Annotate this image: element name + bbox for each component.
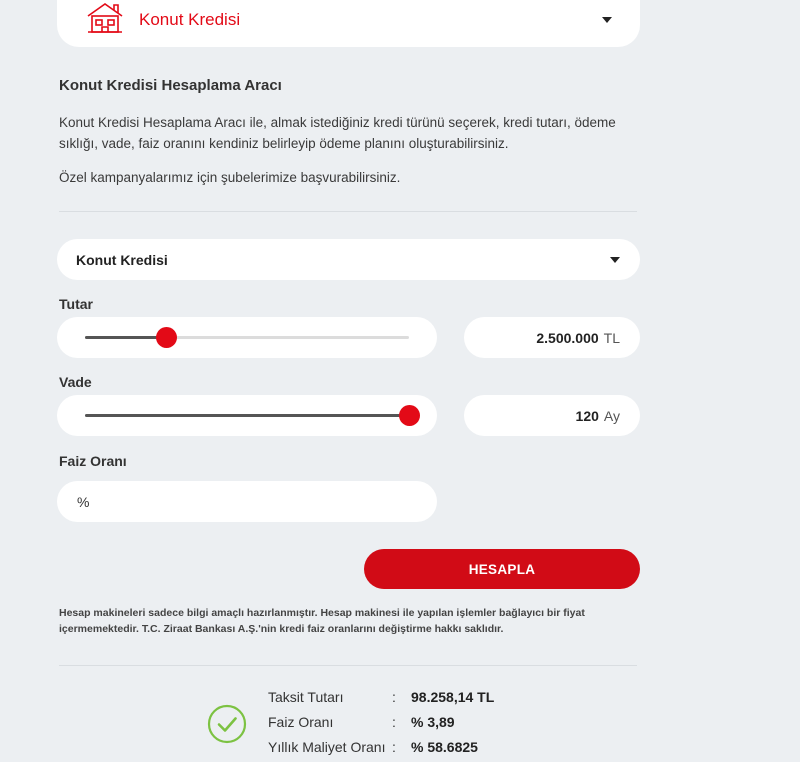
result-value: % 3,89 (411, 714, 455, 730)
result-colon: : (392, 739, 396, 755)
term-slider-track[interactable] (85, 405, 420, 426)
amount-unit: TL (603, 329, 620, 346)
house-icon (87, 3, 123, 33)
result-value: 98.258,14 TL (411, 689, 495, 705)
amount-slider-fill (85, 336, 166, 339)
term-slider[interactable] (57, 395, 437, 436)
term-label: Vade (59, 374, 92, 390)
amount-slider-track[interactable] (85, 327, 409, 348)
amount-value: 2.500.000 (536, 329, 599, 346)
result-label: Yıllık Maliyet Oranı (268, 739, 386, 755)
campaign-note: Özel kampanyalarımız için şubelerimize b… (59, 170, 401, 185)
result-label: Faiz Oranı (268, 714, 334, 730)
term-unit: Ay (603, 407, 620, 424)
result-value: % 58.6825 (411, 739, 478, 755)
result-colon: : (392, 714, 396, 730)
result-row-annual-cost: Yıllık Maliyet Oranı : % 58.6825 (268, 739, 478, 755)
credit-type-label: Konut Kredisi (139, 10, 241, 29)
term-field[interactable]: 120 Ay (464, 395, 640, 436)
divider (59, 211, 637, 212)
amount-slider[interactable] (57, 317, 437, 358)
product-select-value: Konut Kredisi (76, 251, 168, 268)
product-select[interactable]: Konut Kredisi (57, 239, 640, 280)
result-row-rate: Faiz Oranı : % 3,89 (268, 714, 455, 730)
chevron-down-icon (602, 17, 612, 23)
result-label: Taksit Tutarı (268, 689, 344, 705)
intro-text: Konut Kredisi Hesaplama Aracı ile, almak… (59, 115, 616, 151)
term-slider-fill (85, 414, 409, 417)
result-colon: : (392, 689, 396, 705)
amount-slider-thumb[interactable] (156, 327, 177, 348)
term-value: 120 (575, 407, 599, 424)
chevron-down-icon (610, 256, 620, 263)
amount-field[interactable]: 2.500.000 TL (464, 317, 640, 358)
rate-input[interactable] (57, 481, 437, 522)
term-slider-thumb[interactable] (399, 405, 420, 426)
check-circle-icon (207, 704, 247, 744)
amount-label: Tutar (59, 296, 93, 312)
divider (59, 665, 637, 666)
calculate-button[interactable]: HESAPLA (364, 549, 640, 589)
rate-label: Faiz Oranı (59, 453, 127, 469)
disclaimer-text: Hesap makineleri sadece bilgi amaçlı haz… (59, 607, 585, 635)
page-title: Konut Kredisi Hesaplama Aracı (59, 77, 282, 94)
credit-type-select[interactable]: Konut Kredisi (57, 0, 640, 47)
result-row-installment: Taksit Tutarı : 98.258,14 TL (268, 689, 494, 705)
